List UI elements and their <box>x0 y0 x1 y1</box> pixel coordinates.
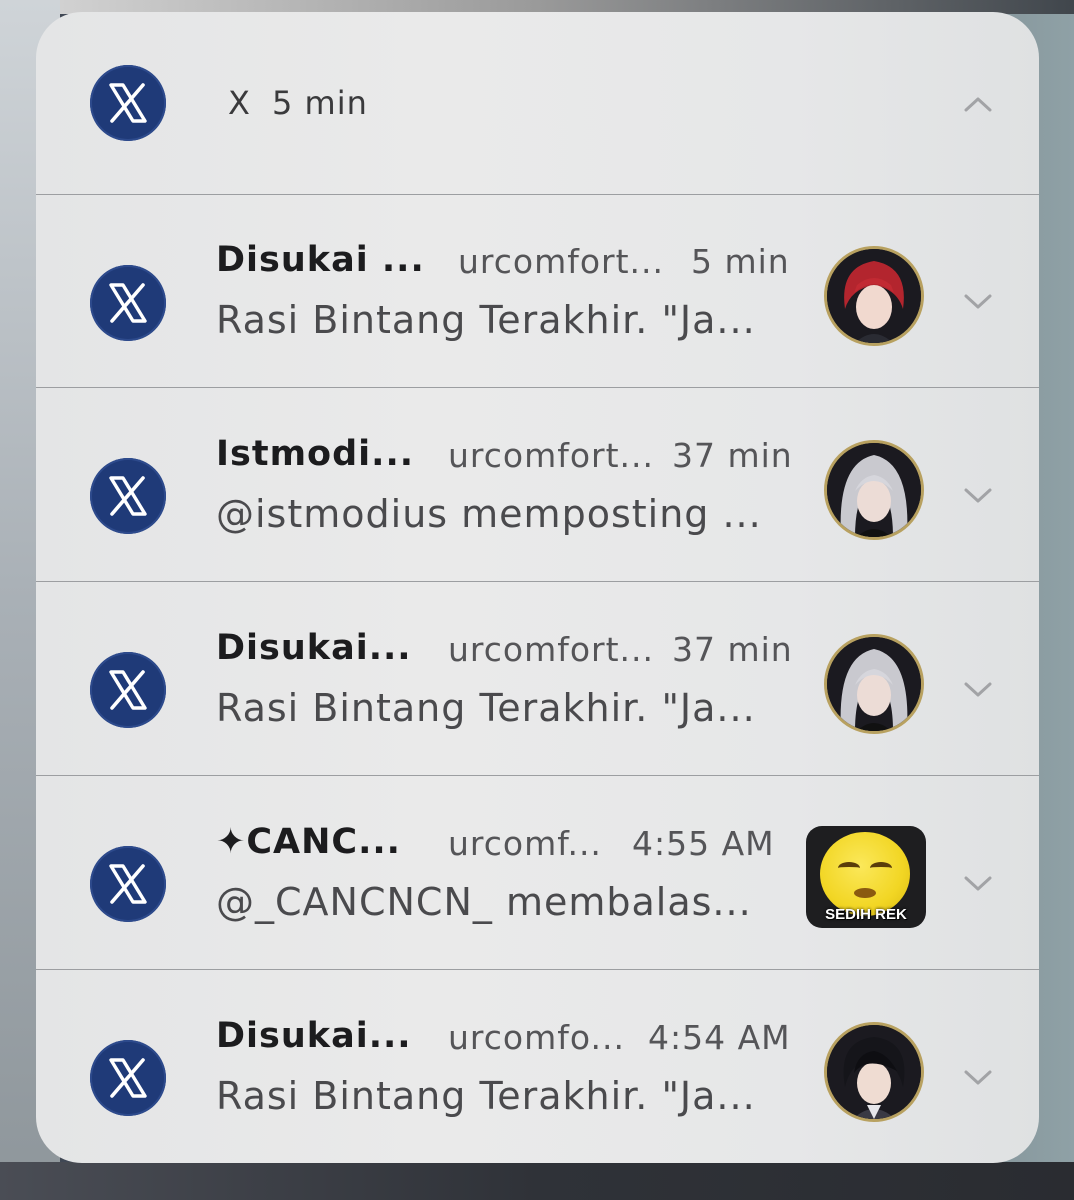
notification-group-header[interactable]: X 5 min <box>36 12 1039 194</box>
x-logo-icon <box>90 1040 166 1116</box>
notification-account: urcomfort... <box>448 436 655 475</box>
notification-item[interactable]: Disukai ... urcomfort... 5 min Rasi Bint… <box>36 194 1039 387</box>
notification-account: urcomfo... <box>448 1018 625 1057</box>
chevron-up-icon[interactable] <box>962 94 994 114</box>
silver-haired-character-avatar <box>824 634 924 734</box>
red-haired-character-avatar <box>824 246 924 346</box>
notification-group: X 5 min Disukai ... urcomfort... 5 min R… <box>36 12 1039 1163</box>
group-time: 5 min <box>272 84 368 122</box>
notification-time: 4:54 AM <box>648 1018 791 1057</box>
notification-title: Disukai... <box>216 1016 412 1056</box>
notification-title: Istmodi... <box>216 434 415 474</box>
notification-title: Disukai... <box>216 628 412 668</box>
group-app-name: X <box>228 84 251 122</box>
notification-body: @_CANCNCN_ membalas... <box>216 880 752 924</box>
notification-time: 4:55 AM <box>632 824 775 863</box>
notification-body: Rasi Bintang Terakhir. "Ja... <box>216 686 756 730</box>
chevron-down-icon[interactable] <box>962 874 994 894</box>
notification-item[interactable]: ✦CANC... urcomf... 4:55 AM @_CANCNCN_ me… <box>36 776 1039 969</box>
thumbnail-caption: SEDIH REK <box>825 906 907 923</box>
notification-body: Rasi Bintang Terakhir. "Ja... <box>216 298 756 342</box>
x-logo-icon <box>90 265 166 341</box>
crying-emoji-thumbnail: SEDIH REK <box>806 826 926 928</box>
notification-title: ✦CANC... <box>216 822 401 862</box>
x-logo-icon <box>90 846 166 922</box>
x-logo-icon <box>90 652 166 728</box>
background-bottom <box>0 1162 1074 1200</box>
notification-title: Disukai ... <box>216 240 425 280</box>
notification-account: urcomfort... <box>448 630 655 669</box>
x-logo-icon <box>90 458 166 534</box>
emoji-face <box>820 832 910 916</box>
notification-body: Rasi Bintang Terakhir. "Ja... <box>216 1074 756 1118</box>
notification-item[interactable]: Disukai... urcomfort... 37 min Rasi Bint… <box>36 582 1039 775</box>
notification-account: urcomf... <box>448 824 602 863</box>
notification-item[interactable]: Disukai... urcomfo... 4:54 AM Rasi Binta… <box>36 970 1039 1163</box>
notification-account: urcomfort... <box>458 242 665 281</box>
silver-haired-character-avatar <box>824 440 924 540</box>
dark-haired-character-avatar <box>824 1022 924 1122</box>
chevron-down-icon[interactable] <box>962 680 994 700</box>
notification-time: 37 min <box>672 630 793 669</box>
chevron-down-icon[interactable] <box>962 486 994 506</box>
notification-time: 37 min <box>672 436 793 475</box>
notification-body: @istmodius memposting ... <box>216 492 762 536</box>
notification-item[interactable]: Istmodi... urcomfort... 37 min @istmodiu… <box>36 388 1039 581</box>
chevron-down-icon[interactable] <box>962 1068 994 1088</box>
notification-time: 5 min <box>691 242 790 281</box>
chevron-down-icon[interactable] <box>962 292 994 312</box>
x-logo-icon <box>90 65 166 141</box>
